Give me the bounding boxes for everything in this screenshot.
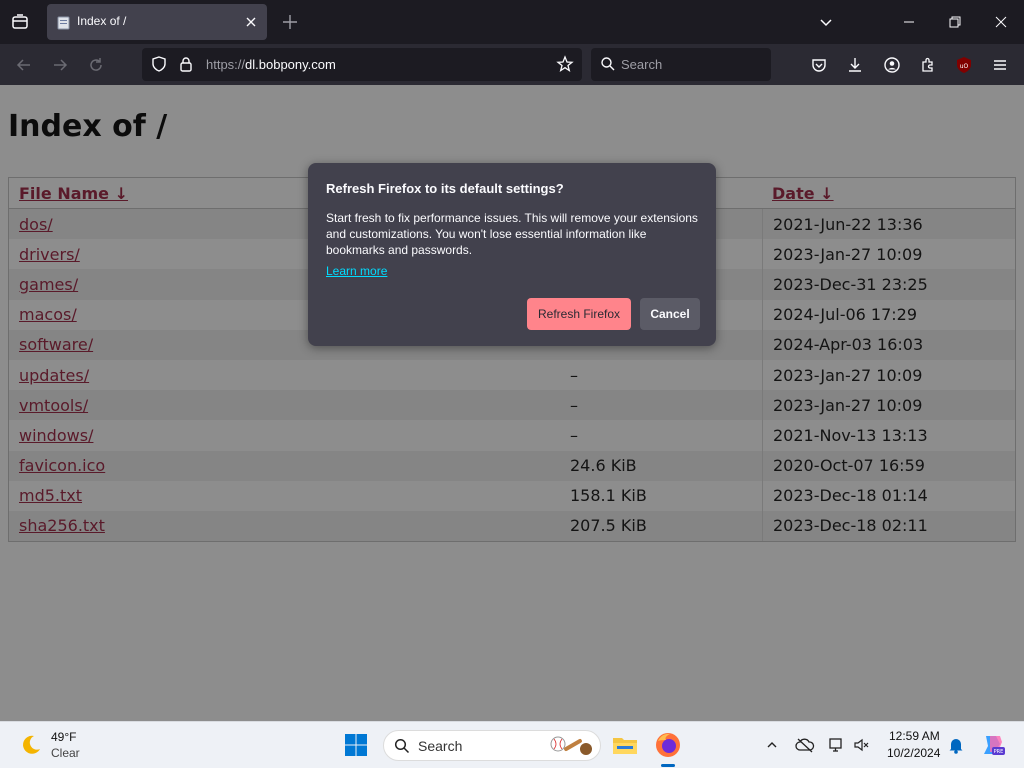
clock-date[interactable]: 10/2/2024 xyxy=(887,746,940,760)
table-row: vmtools/ – 2023-Jan-27 10:09 xyxy=(9,390,1015,421)
url-scheme: https:// xyxy=(206,57,246,72)
back-icon[interactable] xyxy=(13,54,35,76)
list-all-tabs-icon[interactable] xyxy=(816,12,836,32)
file-link[interactable]: windows/ xyxy=(19,426,93,445)
file-size: – xyxy=(570,365,578,385)
notification-bell-icon[interactable] xyxy=(946,735,966,755)
file-size: – xyxy=(570,395,578,415)
file-date: 2024-Jul-06 17:29 xyxy=(762,299,1015,330)
weather-temperature: 49°F xyxy=(51,730,77,744)
search-icon xyxy=(597,53,619,75)
file-date: 2023-Dec-18 01:14 xyxy=(762,480,1015,511)
file-link[interactable]: games/ xyxy=(19,275,78,294)
sort-by-name-link[interactable]: File Name ↓ xyxy=(19,184,128,203)
file-link[interactable]: macos/ xyxy=(19,305,77,324)
sort-by-date-link[interactable]: Date ↓ xyxy=(772,184,834,203)
file-date: 2021-Nov-13 13:13 xyxy=(762,420,1015,451)
tracking-protection-icon[interactable] xyxy=(148,53,170,75)
new-tab-icon[interactable] xyxy=(280,12,300,32)
file-link[interactable]: drivers/ xyxy=(19,245,80,264)
url-host: dl.bobpony.com xyxy=(245,57,336,72)
table-row: md5.txt 158.1 KiB 2023-Dec-18 01:14 xyxy=(9,480,1015,511)
refresh-firefox-button[interactable]: Refresh Firefox xyxy=(527,298,631,330)
taskbar: 49°F Clear Search 12:59 AM 10/2/2024 PRE xyxy=(0,721,1024,768)
tab-title: Index of / xyxy=(77,14,127,28)
reload-icon[interactable] xyxy=(85,54,107,76)
file-link[interactable]: md5.txt xyxy=(19,486,82,505)
file-date: 2023-Jan-27 10:09 xyxy=(762,359,1015,391)
clock-time[interactable]: 12:59 AM xyxy=(889,729,940,743)
search-highlight-baseball-icon xyxy=(549,734,595,762)
file-size: 158.1 KiB xyxy=(570,486,647,506)
taskbar-search-placeholder: Search xyxy=(418,738,463,754)
file-link[interactable]: favicon.ico xyxy=(19,456,105,475)
cancel-button[interactable]: Cancel xyxy=(640,298,700,330)
file-link[interactable]: software/ xyxy=(19,335,93,354)
network-icon[interactable] xyxy=(826,735,846,755)
dialog-body: Start fresh to fix performance issues. T… xyxy=(326,211,698,257)
file-date: 2023-Jan-27 10:09 xyxy=(762,390,1015,421)
svg-text:PRE: PRE xyxy=(994,749,1004,755)
weather-condition: Clear xyxy=(51,746,80,760)
table-row: sha256.txt 207.5 KiB 2023-Dec-18 02:11 xyxy=(9,510,1015,542)
active-app-indicator xyxy=(661,764,675,767)
url-bar[interactable]: https://dl.bobpony.com xyxy=(142,48,582,81)
firefox-taskbar-icon[interactable] xyxy=(652,729,684,761)
close-tab-icon[interactable] xyxy=(243,14,259,30)
moon-weather-icon[interactable] xyxy=(18,732,44,758)
file-link[interactable]: vmtools/ xyxy=(19,396,88,415)
file-size: 207.5 KiB xyxy=(570,516,647,536)
show-hidden-icons-chevron-icon[interactable] xyxy=(762,735,782,755)
restore-icon[interactable] xyxy=(943,10,967,34)
account-icon[interactable] xyxy=(881,54,903,76)
file-link[interactable]: dos/ xyxy=(19,215,53,234)
bookmark-star-icon[interactable] xyxy=(554,53,576,75)
onedrive-offline-icon[interactable] xyxy=(795,735,815,755)
url-text[interactable]: https://dl.bobpony.com xyxy=(206,57,336,72)
file-explorer-icon[interactable] xyxy=(609,729,641,761)
file-date: 2023-Dec-18 02:11 xyxy=(762,510,1015,542)
table-row: windows/ – 2021-Nov-13 13:13 xyxy=(9,420,1015,451)
firefox-view-icon[interactable] xyxy=(8,10,32,34)
downloads-icon[interactable] xyxy=(844,54,866,76)
pocket-icon[interactable] xyxy=(808,54,830,76)
file-date: 2023-Dec-31 23:25 xyxy=(762,269,1015,300)
search-bar[interactable]: Search xyxy=(591,48,771,81)
search-icon xyxy=(394,738,410,758)
navigation-toolbar: https://dl.bobpony.com Search uO xyxy=(0,44,1024,85)
refresh-firefox-dialog: Refresh Firefox to its default settings?… xyxy=(308,163,716,346)
file-link[interactable]: sha256.txt xyxy=(19,516,105,535)
close-window-icon[interactable] xyxy=(989,10,1013,34)
page-title: Index of / xyxy=(8,109,168,144)
tab-bar: Index of / xyxy=(0,0,1024,44)
ublock-origin-icon[interactable]: uO xyxy=(953,54,975,76)
copilot-icon[interactable]: PRE xyxy=(980,732,1006,758)
file-date: 2024-Apr-03 16:03 xyxy=(762,329,1015,360)
file-size: 24.6 KiB xyxy=(570,456,637,476)
volume-muted-icon[interactable] xyxy=(852,735,872,755)
lock-icon[interactable] xyxy=(175,53,197,75)
tab-active[interactable]: Index of / xyxy=(47,4,267,40)
learn-more-link[interactable]: Learn more xyxy=(326,264,387,278)
svg-text:uO: uO xyxy=(960,63,969,70)
file-link[interactable]: updates/ xyxy=(19,366,89,385)
file-size: – xyxy=(570,425,578,445)
page-icon xyxy=(57,15,71,30)
taskbar-search-box[interactable]: Search xyxy=(383,730,601,761)
search-placeholder: Search xyxy=(621,57,663,72)
file-date: 2023-Jan-27 10:09 xyxy=(762,239,1015,270)
extensions-icon[interactable] xyxy=(917,54,939,76)
file-date: 2021-Jun-22 13:36 xyxy=(762,209,1015,240)
table-row: favicon.ico 24.6 KiB 2020-Oct-07 16:59 xyxy=(9,450,1015,481)
table-row: updates/ – 2023-Jan-27 10:09 xyxy=(9,359,1015,391)
forward-icon[interactable] xyxy=(49,54,71,76)
windows-start-icon[interactable] xyxy=(344,733,368,757)
hamburger-menu-icon[interactable] xyxy=(989,54,1011,76)
file-date: 2020-Oct-07 16:59 xyxy=(762,450,1015,481)
dialog-title: Refresh Firefox to its default settings? xyxy=(326,181,564,196)
minimize-icon[interactable] xyxy=(897,10,921,34)
